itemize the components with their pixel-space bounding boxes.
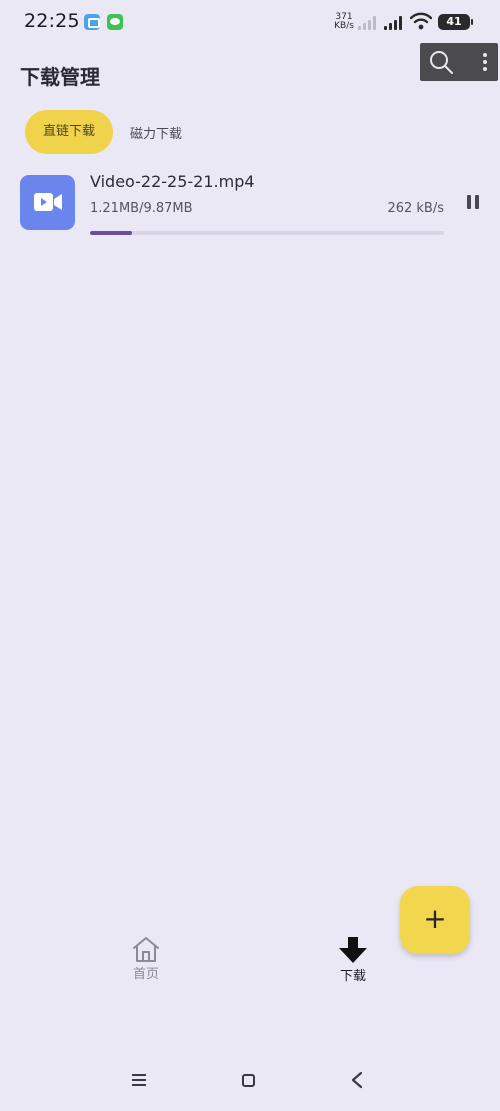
tab-magnet-download[interactable]: 磁力下载 xyxy=(130,123,182,142)
nav-download-label: 下载 xyxy=(339,969,366,984)
download-speed: 262 kB/s xyxy=(387,201,444,216)
search-icon[interactable] xyxy=(428,49,454,79)
network-speed: 371 KB/s xyxy=(334,13,354,31)
file-name: Video-22-25-21.mp4 xyxy=(90,172,255,191)
wifi-icon xyxy=(410,12,432,30)
download-arrow-icon xyxy=(339,937,367,963)
nav-home[interactable]: 首页 xyxy=(124,935,168,989)
notification-app-icon xyxy=(84,14,100,30)
download-manager-screen: 22:25 371 KB/s 41 下载管理 直链下载 磁力下载 Video-2… xyxy=(0,0,500,1111)
network-speed-unit: KB/s xyxy=(334,21,354,31)
home-icon xyxy=(133,937,159,962)
pause-icon[interactable] xyxy=(462,192,484,214)
tab-direct-download[interactable]: 直链下载 xyxy=(25,110,113,154)
status-bar: 22:25 371 KB/s 41 xyxy=(0,0,500,44)
nav-home-label: 首页 xyxy=(132,967,159,982)
add-download-button[interactable]: + xyxy=(400,886,470,954)
page-title: 下载管理 xyxy=(20,65,100,89)
system-home-button[interactable] xyxy=(242,1074,255,1087)
system-menu-button[interactable] xyxy=(132,1074,146,1086)
download-progress-fill xyxy=(90,231,133,235)
video-camera-icon xyxy=(20,175,75,230)
toolbar-actions xyxy=(420,43,498,81)
signal-strength-icon-sim2 xyxy=(358,14,382,30)
system-back-button[interactable] xyxy=(350,1071,364,1089)
battery-icon: 41 xyxy=(438,14,473,30)
nav-download[interactable]: 下载 xyxy=(331,936,375,990)
download-progress-bar xyxy=(90,231,444,235)
more-vert-icon[interactable] xyxy=(475,51,495,73)
signal-strength-icon xyxy=(384,14,408,30)
file-progress-size: 1.21MB/9.87MB xyxy=(90,201,193,216)
status-time: 22:25 xyxy=(24,10,80,32)
wechat-notification-icon xyxy=(107,14,123,30)
